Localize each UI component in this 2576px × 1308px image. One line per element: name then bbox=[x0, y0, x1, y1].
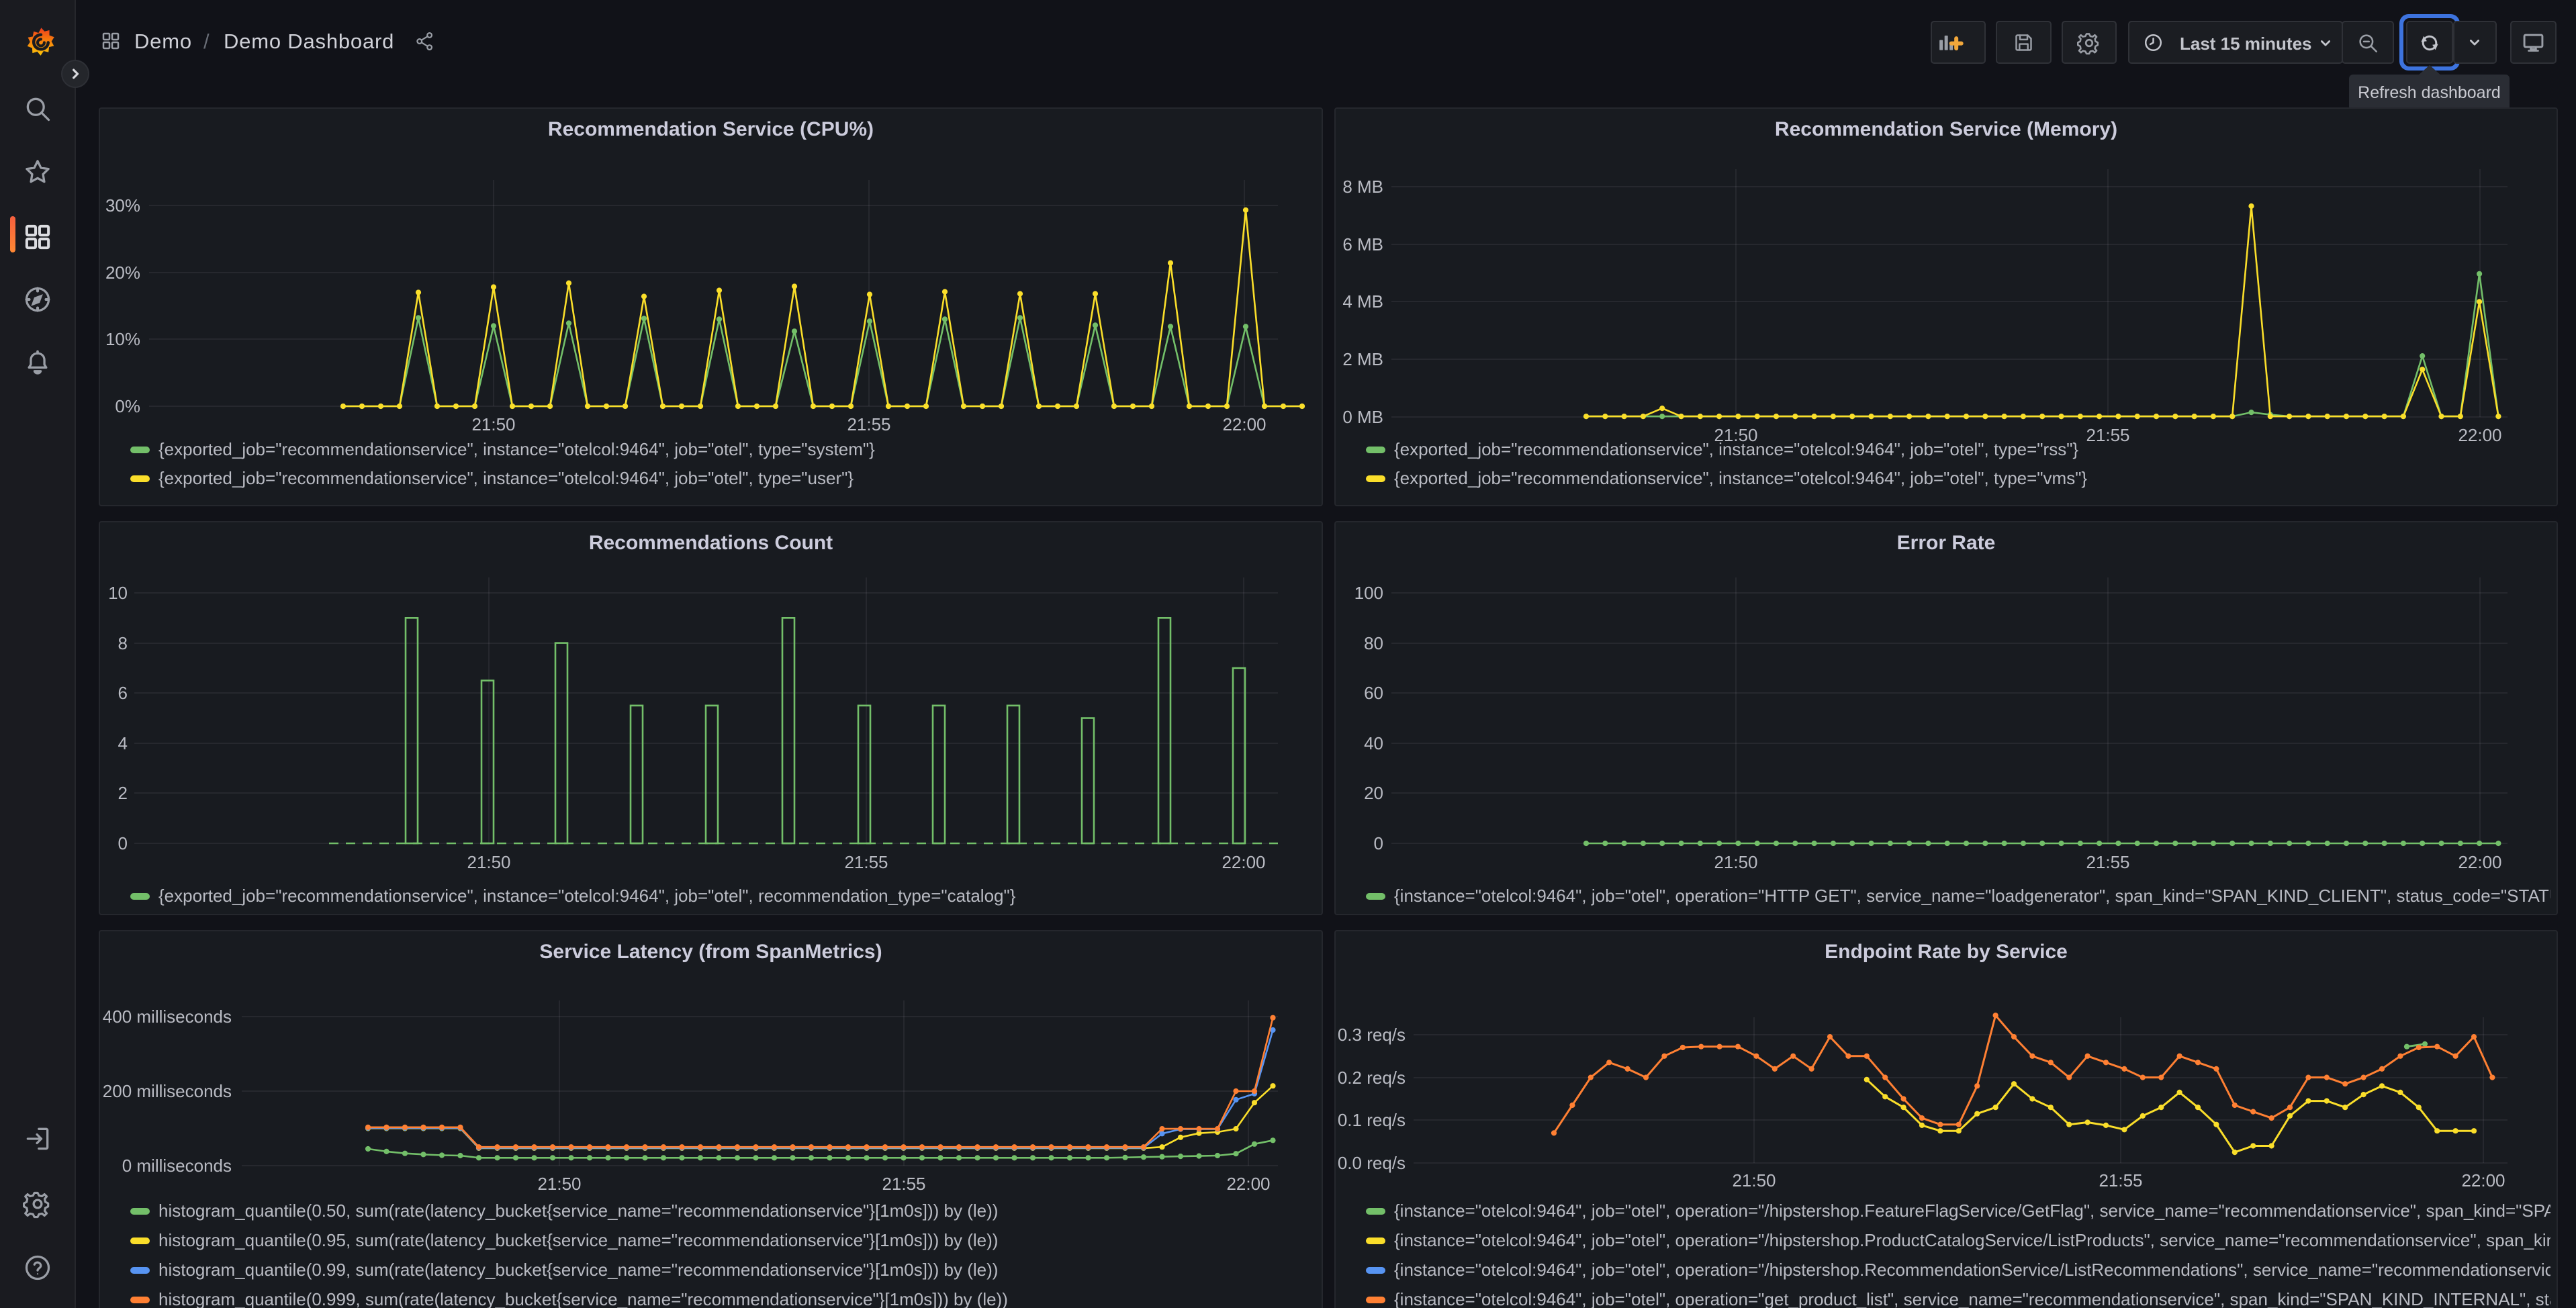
svg-text:21:55: 21:55 bbox=[882, 1174, 925, 1194]
svg-text:100: 100 bbox=[1354, 583, 1383, 603]
svg-text:2: 2 bbox=[118, 783, 128, 803]
svg-text:21:55: 21:55 bbox=[844, 852, 888, 872]
svg-text:0: 0 bbox=[118, 833, 128, 853]
svg-text:8: 8 bbox=[118, 633, 128, 653]
svg-text:10: 10 bbox=[108, 583, 128, 603]
svg-text:6 MB: 6 MB bbox=[1342, 234, 1383, 254]
svg-text:200 milliseconds: 200 milliseconds bbox=[103, 1081, 232, 1101]
svg-text:0 MB: 0 MB bbox=[1342, 407, 1383, 427]
svg-text:0.1 req/s: 0.1 req/s bbox=[1338, 1110, 1406, 1130]
svg-text:22:00: 22:00 bbox=[1226, 1174, 1270, 1194]
svg-text:30%: 30% bbox=[105, 195, 140, 216]
svg-text:22:00: 22:00 bbox=[1222, 852, 1265, 872]
svg-text:0.0 req/s: 0.0 req/s bbox=[1338, 1153, 1406, 1173]
svg-text:0: 0 bbox=[1374, 833, 1383, 853]
svg-text:21:50: 21:50 bbox=[1732, 1170, 1776, 1190]
svg-text:400 milliseconds: 400 milliseconds bbox=[103, 1007, 232, 1027]
svg-text:0 milliseconds: 0 milliseconds bbox=[122, 1156, 232, 1176]
svg-text:8 MB: 8 MB bbox=[1342, 177, 1383, 197]
svg-text:21:50: 21:50 bbox=[467, 852, 510, 872]
svg-text:10%: 10% bbox=[105, 329, 140, 349]
svg-text:0.3 req/s: 0.3 req/s bbox=[1338, 1025, 1406, 1045]
svg-text:21:55: 21:55 bbox=[847, 414, 890, 434]
svg-text:60: 60 bbox=[1364, 683, 1383, 703]
svg-text:4: 4 bbox=[118, 733, 128, 753]
svg-text:21:55: 21:55 bbox=[2099, 1170, 2142, 1190]
svg-text:21:50: 21:50 bbox=[471, 414, 515, 434]
svg-text:4 MB: 4 MB bbox=[1342, 291, 1383, 312]
svg-text:21:50: 21:50 bbox=[1714, 852, 1757, 872]
svg-text:6: 6 bbox=[118, 683, 128, 703]
svg-text:22:00: 22:00 bbox=[1222, 414, 1266, 434]
svg-text:0.2 req/s: 0.2 req/s bbox=[1338, 1068, 1406, 1088]
svg-text:22:00: 22:00 bbox=[2458, 852, 2501, 872]
svg-text:0%: 0% bbox=[115, 396, 140, 416]
svg-text:20%: 20% bbox=[105, 263, 140, 283]
svg-text:22:00: 22:00 bbox=[2461, 1170, 2505, 1190]
svg-text:21:50: 21:50 bbox=[537, 1174, 581, 1194]
svg-text:40: 40 bbox=[1364, 733, 1383, 753]
svg-text:2 MB: 2 MB bbox=[1342, 349, 1383, 369]
svg-text:21:55: 21:55 bbox=[2086, 852, 2129, 872]
svg-text:20: 20 bbox=[1364, 783, 1383, 803]
svg-text:80: 80 bbox=[1364, 633, 1383, 653]
